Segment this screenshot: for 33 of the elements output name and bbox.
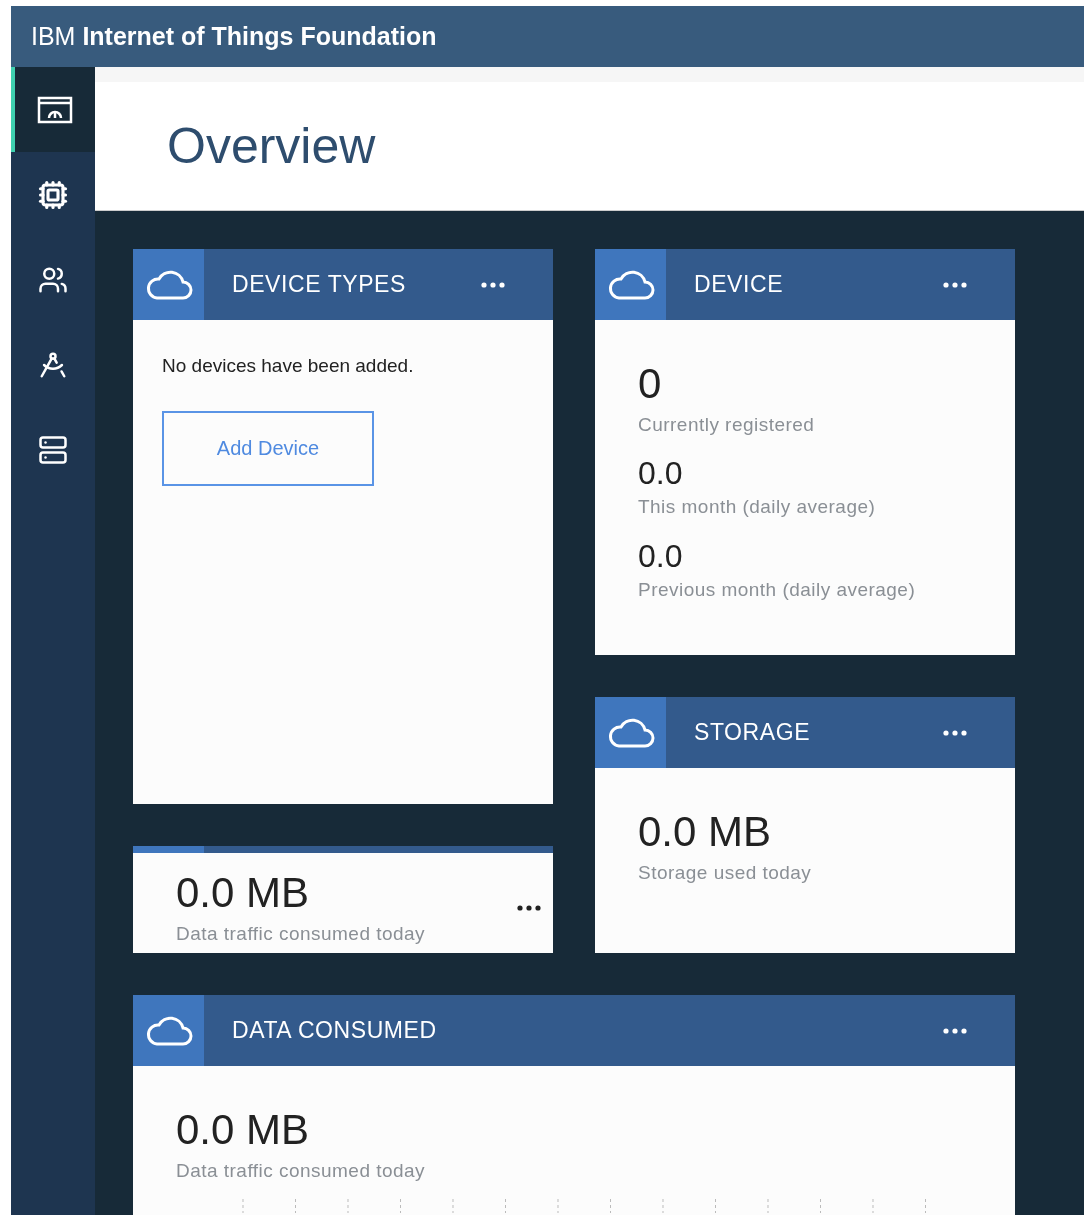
more-icon[interactable]	[943, 729, 967, 736]
server-icon	[38, 434, 68, 465]
card-title: DATA CONSUMED	[232, 1016, 437, 1046]
page-title: Overview	[167, 116, 376, 176]
stat-value: 0.0 MB	[638, 807, 773, 857]
sidebar-item[interactable]	[11, 67, 95, 152]
dashboard-icon	[37, 95, 73, 124]
stat-caption: Storage used today	[638, 860, 813, 885]
more-icon[interactable]	[481, 281, 505, 288]
stat-value: 0	[638, 359, 663, 409]
app-title: IBM Internet of Things Foundation	[31, 20, 437, 52]
card-title: DEVICE TYPES	[232, 270, 406, 300]
cloud-icon	[606, 716, 655, 749]
stat-caption: Previous month (daily average)	[638, 577, 917, 602]
cloud-icon	[144, 268, 193, 301]
stat-value: 0.0 MB	[176, 868, 311, 918]
cloud-icon	[606, 268, 655, 301]
stat-value: 0.0	[638, 454, 684, 493]
empty-message: No devices have been added.	[162, 354, 414, 378]
more-icon[interactable]	[943, 281, 967, 288]
cloud-icon	[144, 1014, 193, 1047]
stat-caption: Currently registered	[638, 412, 816, 437]
stat-value: 0.0	[638, 536, 684, 576]
stat-value: 0.0 MB	[176, 1105, 311, 1155]
chip-icon	[38, 179, 68, 210]
stat-caption: Data traffic consumed today	[176, 921, 426, 946]
card-title: DEVICE	[694, 270, 784, 300]
more-icon[interactable]	[517, 904, 541, 911]
stat-caption: This month (daily average)	[638, 495, 877, 519]
stat-caption: Data traffic consumed today	[176, 1158, 427, 1183]
more-icon[interactable]	[943, 1027, 967, 1034]
card-title: STORAGE	[694, 718, 811, 748]
add-device-button[interactable]: Add Device	[162, 410, 374, 486]
